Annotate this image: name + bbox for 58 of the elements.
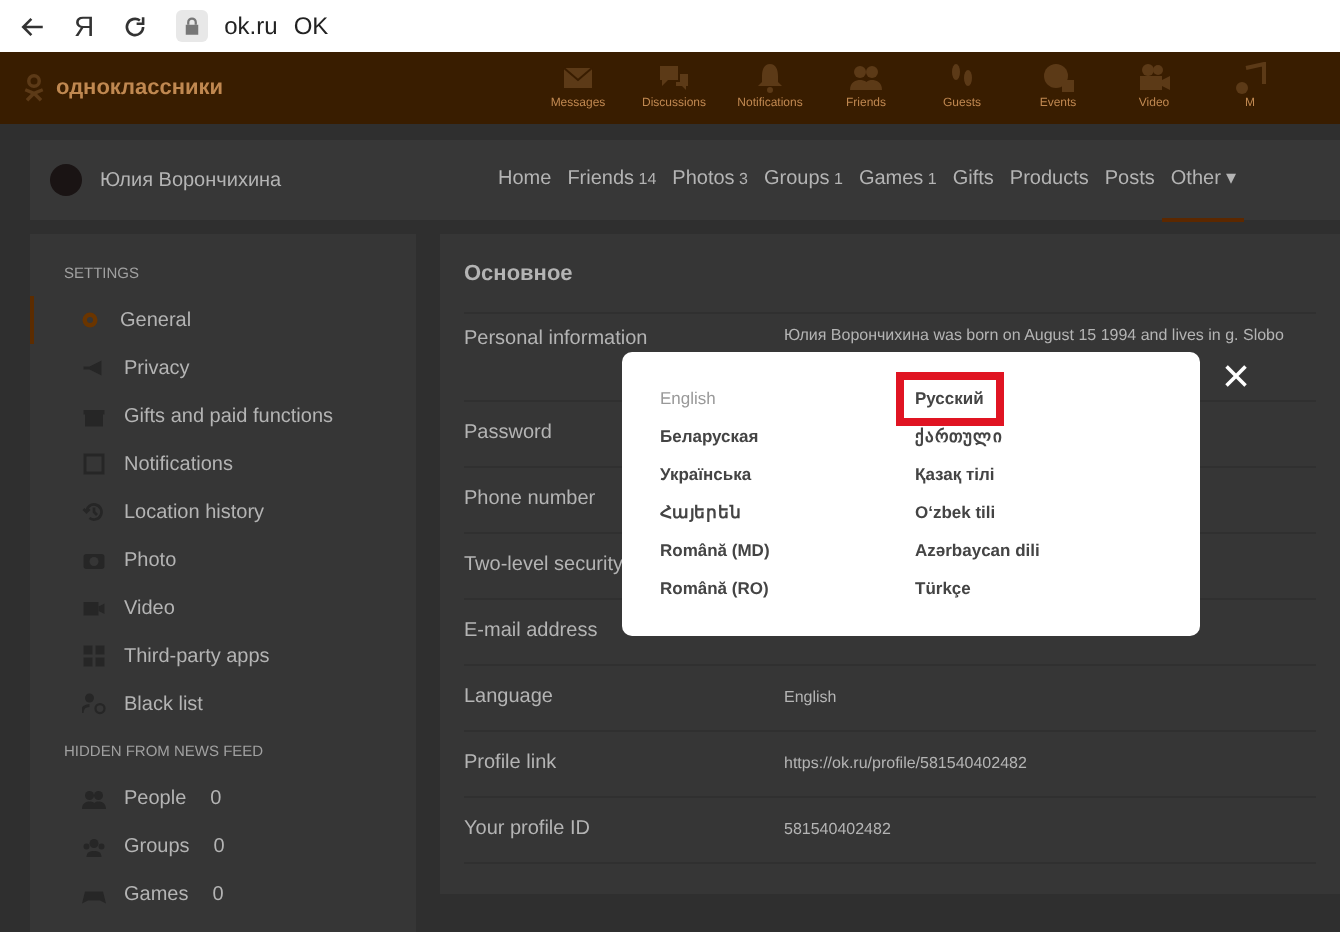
- close-button[interactable]: ×: [1222, 354, 1251, 402]
- profile-tab[interactable]: Products: [1001, 139, 1097, 221]
- profile-tab[interactable]: Posts: [1096, 139, 1163, 221]
- chat-bubbles-icon[interactable]: [656, 62, 692, 94]
- logo-icon[interactable]: [20, 72, 48, 104]
- avatar-circle[interactable]: [50, 164, 82, 196]
- sidebar-item[interactable]: Notifications: [30, 440, 416, 489]
- lock-icon: [176, 10, 209, 42]
- gear-icon: [78, 308, 102, 333]
- people-icon[interactable]: [848, 62, 884, 94]
- back-arrow-icon[interactable]: [20, 13, 46, 39]
- profile-tab[interactable]: Photos 3: [664, 139, 756, 221]
- language-option[interactable]: Қазақ тілі: [911, 456, 999, 494]
- sidebar-item[interactable]: Third-party apps: [30, 632, 416, 681]
- setting-value: https://ok.ru/profile/581540402482: [784, 751, 1027, 775]
- setting-label[interactable]: Personal information: [464, 323, 784, 353]
- sidebar-item[interactable]: Black list: [30, 680, 416, 729]
- language-option[interactable]: English: [656, 380, 720, 418]
- profile-tab[interactable]: Friends 14: [559, 139, 665, 221]
- profile-name[interactable]: Юлия Ворончихина: [100, 165, 490, 195]
- profile-tab[interactable]: Gifts: [944, 139, 1002, 221]
- sidebar-item[interactable]: Video: [30, 584, 416, 633]
- language-option[interactable]: O‘zbek tili: [911, 494, 1000, 532]
- profile-tab[interactable]: Groups 1: [755, 139, 851, 221]
- setting-label[interactable]: Language: [464, 682, 784, 712]
- language-option[interactable]: Azərbaycan dili: [911, 532, 1044, 570]
- sidebar-item[interactable]: Location history: [30, 488, 416, 537]
- setting-label[interactable]: Profile link: [464, 748, 784, 778]
- language-option[interactable]: Беларуская: [656, 418, 763, 456]
- sidebar-item[interactable]: Photo: [30, 536, 416, 585]
- profile-tab[interactable]: Home: [490, 139, 560, 221]
- reload-icon[interactable]: [122, 13, 149, 39]
- page-title: OK: [293, 10, 329, 44]
- language-option[interactable]: Română (RO): [656, 570, 773, 608]
- address-url[interactable]: ok.ru: [224, 8, 278, 44]
- profile-tab[interactable]: Games 1: [850, 139, 945, 221]
- sidebar-item[interactable]: General: [30, 296, 416, 345]
- yandex-button[interactable]: Я: [74, 12, 95, 40]
- music-note-icon[interactable]: [1232, 62, 1268, 94]
- envelope-icon[interactable]: [560, 62, 596, 94]
- language-option[interactable]: Türkçe: [911, 570, 975, 608]
- logo-text[interactable]: одноклассники: [56, 71, 224, 105]
- video-camera-icon[interactable]: [1136, 62, 1172, 94]
- setting-value: 581540402482: [784, 817, 891, 841]
- setting-label[interactable]: Your profile ID: [464, 814, 784, 844]
- language-option[interactable]: Українська: [656, 456, 756, 494]
- setting-value: English: [784, 685, 837, 709]
- sidebar-item[interactable]: Games 0: [30, 871, 416, 919]
- sidebar-item[interactable]: Privacy: [30, 344, 416, 393]
- sidebar-item[interactable]: Gifts and paid functions: [30, 392, 416, 441]
- setting-value: Юлия Ворончихина was born on August 15 1994 and lives in g. Slobo: [784, 323, 1284, 347]
- language-option[interactable]: Հայերեն: [656, 494, 746, 532]
- sidebar-item[interactable]: People 0: [30, 775, 416, 823]
- section-title: Основное: [464, 250, 1316, 313]
- profile-tab[interactable]: Other ▾: [1162, 139, 1245, 221]
- language-option[interactable]: Română (MD): [656, 532, 774, 570]
- language-option[interactable]: ქართული: [911, 418, 1007, 456]
- sidebar-item[interactable]: Groups 0: [30, 823, 416, 871]
